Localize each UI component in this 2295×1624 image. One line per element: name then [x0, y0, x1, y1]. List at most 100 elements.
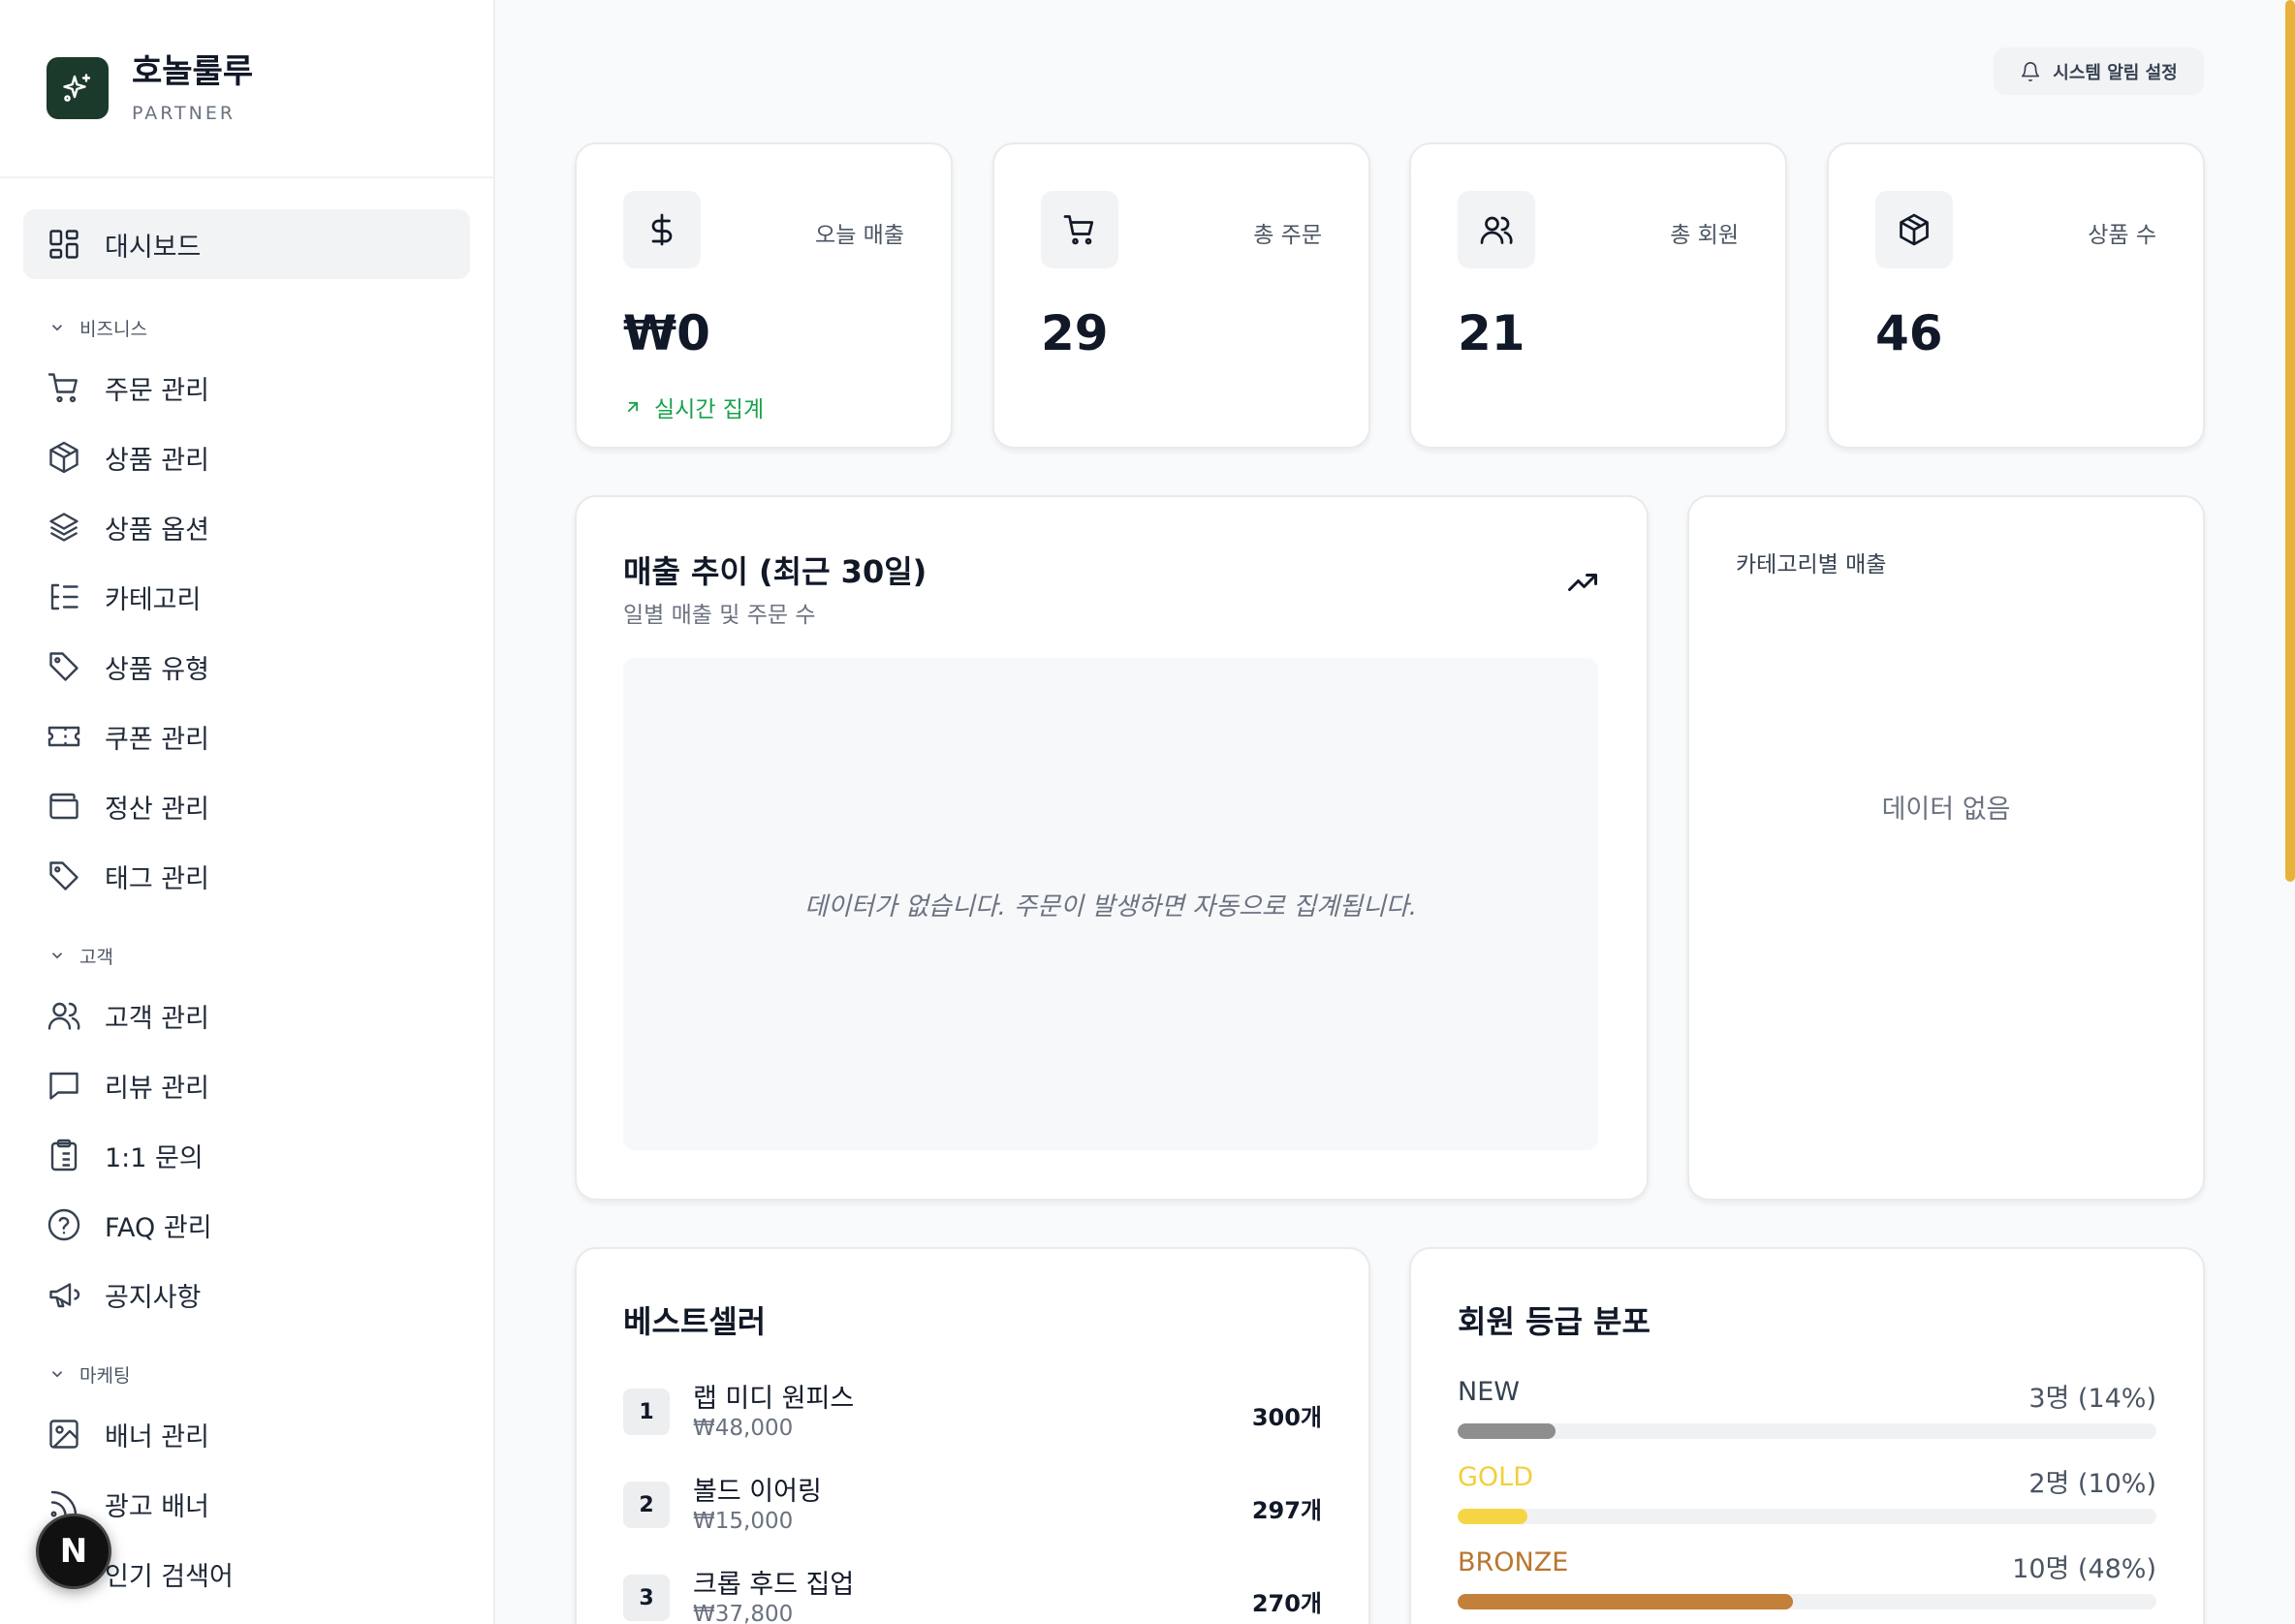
grade-row: GOLD 2명 (10%): [1458, 1462, 2156, 1547]
brand-name: 호놀룰루: [132, 52, 254, 91]
sidebar-item-label: 정산 관리: [105, 794, 209, 825]
sidebar-item-coupons[interactable]: 쿠폰 관리: [23, 702, 470, 771]
stat-card-total-members: 총 회원 21: [1409, 142, 1787, 449]
rank-badge: 3: [623, 1575, 670, 1621]
list-tree-icon: [50, 583, 79, 610]
nav-group-label: 비즈니스: [79, 318, 147, 340]
stat-trend: 실시간 집계: [623, 390, 764, 423]
brand-sub: PARTNER: [132, 103, 236, 124]
clipboard-list-icon: [50, 1139, 78, 1171]
trending-up-icon: [1568, 574, 1597, 591]
sidebar-item-banners[interactable]: 배너 관리: [23, 1399, 470, 1469]
sidebar-item-label: 상품 관리: [105, 445, 209, 476]
bestseller-card: 베스트셀러 1 랩 미디 원피스 ₩48,000 300개 2 볼드 이어링 ₩…: [575, 1247, 1370, 1624]
brand[interactable]: 호놀룰루 PARTNER: [0, 0, 493, 178]
alert-settings-label: 시스템 알림 설정: [2053, 62, 2178, 83]
chevron-down-icon: [51, 953, 63, 959]
sidebar-item-label: 상품 유형: [105, 654, 209, 685]
product-name: 랩 미디 원피스: [693, 1384, 855, 1414]
users-icon: [1458, 191, 1535, 268]
sidebar-item-faq[interactable]: FAQ 관리: [23, 1190, 470, 1260]
bell-icon: [2022, 61, 2040, 81]
main-content: 시스템 알림 설정 오늘 매출 ₩0 실시간 집계 총 주문 29 총 회원 2…: [495, 0, 2295, 1624]
chevron-down-icon: [51, 1371, 63, 1378]
card-title: 베스트셀러: [623, 1303, 767, 1340]
bestseller-row[interactable]: 2 볼드 이어링 ₩15,000 297개: [623, 1470, 1322, 1544]
card-title: 회원 등급 분포: [1458, 1303, 1651, 1340]
nav-group-label: 고객: [79, 946, 113, 968]
card-title: 카테고리별 매출: [1736, 552, 1887, 578]
category-empty-state: 데이터 없음: [1881, 795, 2011, 825]
package-icon: [49, 441, 79, 474]
message-square-icon: [49, 1072, 79, 1100]
product-name: 크롭 후드 집업: [693, 1570, 855, 1600]
users-icon: [47, 1002, 80, 1030]
cart-icon: [1041, 191, 1118, 268]
bestseller-row[interactable]: 1 랩 미디 원피스 ₩48,000 300개: [623, 1377, 1322, 1451]
sidebar-item-product-types[interactable]: 상품 유형: [23, 632, 470, 702]
grade-bar-track: [1458, 1509, 2156, 1524]
sidebar-item-inquiries[interactable]: 1:1 문의: [23, 1120, 470, 1190]
arrow-up-right-icon: [627, 401, 639, 413]
sidebar-item-product-options[interactable]: 상품 옵션: [23, 492, 470, 562]
grade-name: NEW: [1458, 1377, 1520, 1407]
stat-trend-label: 실시간 집계: [654, 397, 765, 422]
grade-row: BRONZE 10명 (48%): [1458, 1547, 2156, 1624]
sidebar: 호놀룰루 PARTNER 대시보드 비즈니스 주문 관리 상품 관리 상품 옵션…: [0, 0, 495, 1624]
stat-value: 46: [1875, 305, 1943, 361]
member-grade-card: 회원 등급 분포 NEW 3명 (14%) GOLD 2명 (10%) BRONZE 10…: [1409, 1247, 2205, 1624]
layers-icon: [49, 513, 79, 542]
sidebar-item-label: 인기 검색어: [105, 1561, 234, 1592]
stat-label: 상품 수: [2088, 223, 2156, 248]
sidebar-item-label: 광고 배너: [105, 1491, 209, 1522]
product-quantity: 270개: [1251, 1590, 1322, 1617]
card-title: 매출 추이 (최근 30일): [623, 553, 927, 590]
sidebar-item-orders[interactable]: 주문 관리: [23, 353, 470, 422]
stat-label: 총 주문: [1253, 223, 1322, 248]
bestseller-row[interactable]: 3 크롭 후드 집업 ₩37,800 270개: [623, 1563, 1322, 1624]
grade-count: 3명 (14%): [2028, 1384, 2156, 1414]
alert-settings-button[interactable]: 시스템 알림 설정: [1994, 47, 2204, 95]
stat-card-today-sales: 오늘 매출 ₩0 실시간 집계: [575, 142, 953, 449]
rank-badge: 1: [623, 1389, 670, 1435]
product-price: ₩48,000: [693, 1416, 794, 1441]
nav-group-business[interactable]: 비즈니스: [23, 302, 470, 353]
stat-value: 29: [1041, 305, 1109, 361]
stat-label: 오늘 매출: [815, 223, 904, 248]
sidebar-item-products[interactable]: 상품 관리: [23, 422, 470, 492]
package-icon: [1875, 191, 1953, 268]
sidebar-item-reviews[interactable]: 리뷰 관리: [23, 1050, 470, 1120]
sidebar-item-tags[interactable]: 태그 관리: [23, 841, 470, 911]
ticket-icon: [47, 726, 80, 747]
sidebar-item-categories[interactable]: 카테고리: [23, 562, 470, 632]
nav-group-label: 마케팅: [79, 1364, 131, 1387]
stat-value: ₩0: [623, 305, 710, 361]
help-circle-icon: [47, 1208, 80, 1241]
grade-count: 2명 (10%): [2028, 1469, 2156, 1499]
dashboard-icon: [49, 230, 79, 259]
tag-icon: [49, 861, 79, 890]
scrollbar-thumb[interactable]: [2285, 0, 2295, 882]
sidebar-item-label: 상품 옵션: [105, 515, 209, 546]
product-name: 볼드 이어링: [693, 1477, 822, 1507]
stat-label: 총 회원: [1670, 223, 1739, 248]
dollar-icon: [623, 191, 701, 268]
grade-bar-track: [1458, 1594, 2156, 1609]
next-dev-tools-button[interactable]: N: [36, 1514, 111, 1589]
grade-count: 10명 (48%): [2012, 1554, 2156, 1584]
sidebar-item-dashboard[interactable]: 대시보드: [23, 209, 470, 279]
nav-group-marketing[interactable]: 마케팅: [23, 1349, 470, 1399]
nav-group-customer[interactable]: 고객: [23, 930, 470, 981]
sidebar-item-settlement[interactable]: 정산 관리: [23, 771, 470, 841]
sidebar-item-label: 카테고리: [105, 584, 202, 615]
chart-empty-state: 데이터가 없습니다. 주문이 발생하면 자동으로 집계됩니다.: [623, 658, 1598, 1150]
image-icon: [49, 1420, 79, 1449]
sidebar-item-customers[interactable]: 고객 관리: [23, 981, 470, 1050]
sparkles-icon: [47, 57, 109, 119]
product-quantity: 300개: [1251, 1404, 1322, 1431]
sidebar-item-notices[interactable]: 공지사항: [23, 1260, 470, 1329]
sidebar-item-label: 고객 관리: [105, 1003, 209, 1034]
sidebar-item-label: 1:1 문의: [105, 1142, 204, 1173]
sidebar-item-label: 공지사항: [105, 1282, 202, 1313]
grade-bar-fill: [1458, 1594, 1794, 1609]
